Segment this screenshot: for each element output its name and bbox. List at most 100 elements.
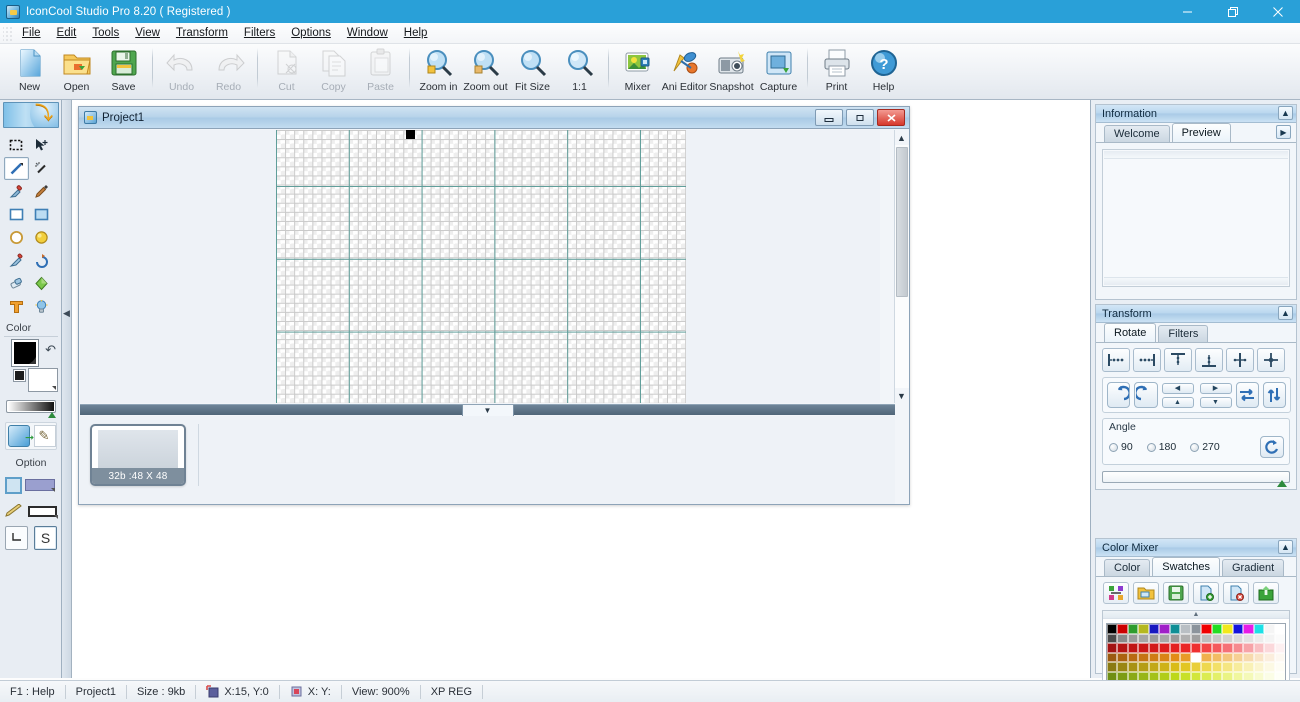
swatch-cell[interactable] bbox=[1107, 633, 1118, 643]
magic-wand-tool[interactable] bbox=[29, 157, 54, 180]
swatch-cell[interactable] bbox=[1148, 624, 1160, 634]
smudge-tool[interactable] bbox=[29, 249, 54, 272]
align-bottom-icon[interactable] bbox=[1195, 348, 1223, 372]
swatch-cell[interactable] bbox=[1180, 652, 1191, 662]
swatch-cell[interactable] bbox=[1243, 624, 1254, 634]
brush-width-option[interactable] bbox=[25, 479, 55, 492]
swatch-cell[interactable] bbox=[1117, 662, 1128, 672]
menu-filters[interactable]: Filters bbox=[236, 25, 283, 42]
swatch-cell[interactable] bbox=[1159, 633, 1170, 643]
swatch-cell[interactable] bbox=[1243, 652, 1254, 662]
swatch-cell[interactable] bbox=[1253, 624, 1265, 634]
swatch-cell[interactable] bbox=[1190, 624, 1202, 634]
tool-palette-collapse-strip[interactable]: ◀ bbox=[62, 100, 72, 678]
tab-gradient[interactable]: Gradient bbox=[1222, 559, 1285, 576]
tab-rotate[interactable]: Rotate bbox=[1104, 323, 1157, 342]
swatch-cell[interactable] bbox=[1138, 662, 1149, 672]
randomize-swatches-icon[interactable] bbox=[1103, 582, 1129, 604]
image-thumbnail[interactable]: 32b :48 X 48 bbox=[90, 424, 186, 486]
swatch-cell[interactable] bbox=[1274, 624, 1285, 634]
swatch-cell[interactable] bbox=[1264, 624, 1275, 634]
toolbar-ani-editor[interactable]: Ani Editor bbox=[661, 44, 708, 98]
canvas-splitter[interactable]: ▼ bbox=[80, 404, 895, 416]
swatch-cell[interactable] bbox=[1274, 652, 1285, 662]
preview-area[interactable] bbox=[1102, 149, 1290, 287]
center-both-icon[interactable] bbox=[1257, 348, 1285, 372]
swatch-cell[interactable] bbox=[1232, 624, 1244, 634]
align-top-icon[interactable] bbox=[1164, 348, 1192, 372]
toolbar-zoom-in[interactable]: Zoom in bbox=[415, 44, 462, 98]
minimize-button[interactable] bbox=[1165, 0, 1210, 23]
swatch-cell[interactable] bbox=[1107, 662, 1118, 672]
swatch-cell[interactable] bbox=[1159, 662, 1170, 672]
swatch-cell[interactable] bbox=[1253, 652, 1265, 662]
swatch-cell[interactable] bbox=[1264, 643, 1275, 653]
eraser-tool[interactable] bbox=[4, 272, 29, 295]
filled-ellipse-tool[interactable] bbox=[29, 226, 54, 249]
swatch-cell[interactable] bbox=[1222, 633, 1233, 643]
toolbar-cut[interactable]: Cut bbox=[263, 44, 310, 98]
swatch-cell[interactable] bbox=[1127, 643, 1139, 653]
swatch-cell[interactable] bbox=[1253, 643, 1265, 653]
menu-file[interactable]: File bbox=[14, 25, 49, 42]
swatch-cell[interactable] bbox=[1232, 643, 1244, 653]
scroll-up-arrow-icon[interactable]: ▲ bbox=[894, 130, 909, 145]
swatch-cell[interactable] bbox=[1190, 633, 1202, 643]
angle-radio-180[interactable]: 180 bbox=[1146, 441, 1176, 453]
swatch-cell[interactable] bbox=[1127, 662, 1139, 672]
save-swatches-icon[interactable] bbox=[1163, 582, 1189, 604]
swatch-cell[interactable] bbox=[1138, 624, 1149, 634]
angle-radio-270[interactable]: 270 bbox=[1190, 441, 1220, 453]
toolbar-copy[interactable]: Copy bbox=[310, 44, 357, 98]
swatch-cell[interactable] bbox=[1138, 652, 1149, 662]
swatch-cell[interactable] bbox=[1148, 643, 1160, 653]
swatch-cell[interactable] bbox=[1243, 643, 1254, 653]
swatch-cell[interactable] bbox=[1190, 662, 1202, 672]
swatch-cell[interactable] bbox=[1201, 652, 1212, 662]
canvas-viewport[interactable] bbox=[80, 130, 880, 403]
tab-filters[interactable]: Filters bbox=[1158, 325, 1209, 342]
swatch-cell[interactable] bbox=[1138, 643, 1149, 653]
flip-horizontal-icon[interactable] bbox=[1235, 382, 1259, 408]
swatch-cell[interactable] bbox=[1253, 633, 1265, 643]
toolbar-zoom-out[interactable]: Zoom out bbox=[462, 44, 509, 98]
nudge-right-icon[interactable]: ▶ bbox=[1199, 382, 1232, 394]
swatch-grid-handle[interactable]: ▲ bbox=[1103, 611, 1289, 619]
swatch-cell[interactable] bbox=[1117, 633, 1128, 643]
nudge-left-icon[interactable]: ◀ bbox=[1161, 382, 1194, 394]
menu-transform[interactable]: Transform bbox=[168, 25, 236, 42]
swatch-cell[interactable] bbox=[1222, 652, 1233, 662]
toolbar-save[interactable]: Save bbox=[100, 44, 147, 98]
eyedropper-tool[interactable] bbox=[4, 180, 29, 203]
swatch-cell[interactable] bbox=[1190, 643, 1202, 653]
corner-option[interactable] bbox=[5, 526, 28, 550]
swatch-cell[interactable] bbox=[1211, 633, 1223, 643]
swatch-cell[interactable] bbox=[1180, 662, 1191, 672]
toolbar-open[interactable]: Open bbox=[53, 44, 100, 98]
effect-selector[interactable]: ➞ bbox=[5, 422, 57, 450]
transform-slider[interactable] bbox=[1102, 471, 1290, 487]
swatch-cell[interactable] bbox=[1201, 643, 1212, 653]
swatch-cell[interactable] bbox=[1232, 633, 1244, 643]
angle-radio-90[interactable]: 90 bbox=[1109, 441, 1133, 453]
swatch-cell[interactable] bbox=[1148, 662, 1160, 672]
load-swatches-icon[interactable] bbox=[1133, 582, 1159, 604]
swatch-cell[interactable] bbox=[1211, 662, 1223, 672]
swatch-cell[interactable] bbox=[1201, 662, 1212, 672]
swatch-cell[interactable] bbox=[1201, 633, 1212, 643]
swatch-cell[interactable] bbox=[1169, 633, 1181, 643]
menu-edit[interactable]: Edit bbox=[49, 25, 85, 42]
chevron-up-icon[interactable]: ▲ bbox=[1278, 540, 1293, 554]
ellipse-tool[interactable] bbox=[4, 226, 29, 249]
bulb-effect-tool[interactable] bbox=[29, 295, 54, 318]
swatch-cell[interactable] bbox=[1169, 662, 1181, 672]
center-horizontal-icon[interactable] bbox=[1226, 348, 1254, 372]
swatch-cell[interactable] bbox=[1138, 633, 1149, 643]
line-style-option[interactable] bbox=[28, 505, 58, 519]
swatch-cell[interactable] bbox=[1117, 652, 1128, 662]
align-right-icon[interactable] bbox=[1133, 348, 1161, 372]
swatch-cell[interactable] bbox=[1264, 633, 1275, 643]
swatch-cell[interactable] bbox=[1148, 633, 1160, 643]
swatch-cell[interactable] bbox=[1159, 624, 1170, 634]
tab-color[interactable]: Color bbox=[1104, 559, 1151, 576]
